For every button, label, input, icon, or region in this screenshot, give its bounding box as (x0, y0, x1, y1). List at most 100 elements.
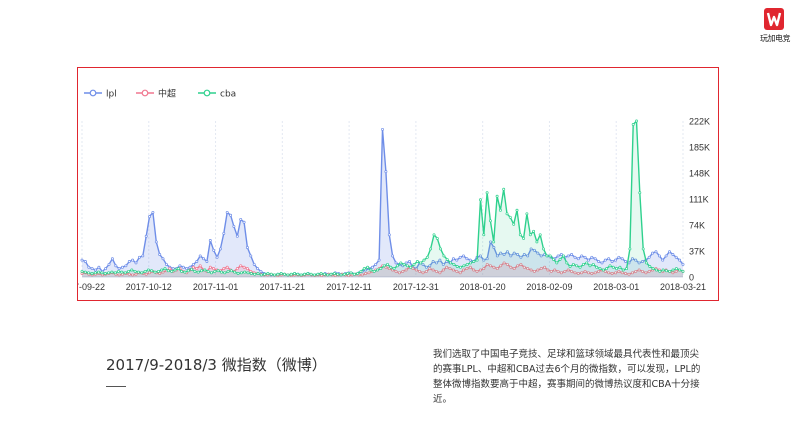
data-point-cba (532, 229, 536, 233)
legend-label-中超: 中超 (158, 88, 176, 100)
data-point-cba (681, 269, 685, 273)
data-point-lpl (178, 264, 182, 268)
data-point-lpl (97, 265, 101, 269)
data-point-cba (585, 261, 589, 265)
data-point-lpl (576, 257, 580, 261)
data-point-lpl (620, 257, 624, 261)
data-point-cba (492, 240, 496, 244)
data-point-lpl (242, 220, 246, 224)
data-point-cba (156, 269, 160, 273)
data-point-cba (176, 267, 180, 271)
data-point-lpl (573, 255, 577, 259)
data-point-lpl (394, 261, 398, 265)
data-point-cba (170, 269, 174, 273)
data-point-lpl (161, 257, 165, 261)
data-point-cba (312, 273, 316, 277)
data-point-cba (303, 272, 306, 276)
data-point-lpl (654, 250, 658, 254)
data-point-cba (229, 269, 233, 273)
data-point-中超 (168, 267, 172, 271)
data-point-cba (502, 187, 506, 191)
data-point-lpl (158, 253, 162, 256)
data-point-cba (386, 262, 389, 266)
data-point-cba (140, 271, 144, 275)
data-point-cba (356, 272, 360, 275)
data-point-cba (575, 264, 579, 268)
brand-name: 玩加电竞 (760, 34, 791, 43)
data-point-lpl (391, 254, 395, 258)
data-point-lpl (80, 258, 84, 262)
data-point-lpl (215, 255, 219, 259)
data-point-lpl (580, 254, 584, 258)
data-point-cba (542, 247, 545, 251)
caption-title: 2017/9-2018/3 微指数（微博） (106, 356, 327, 374)
data-point-lpl (252, 262, 256, 266)
data-point-cba (495, 194, 499, 198)
data-point-lpl (164, 262, 168, 266)
data-point-cba (648, 265, 652, 268)
data-point-cba (279, 272, 283, 275)
data-point-cba (342, 272, 346, 276)
data-point-cba (459, 265, 462, 269)
data-point-cba (316, 272, 320, 276)
data-point-cba (625, 267, 629, 271)
data-point-中超 (222, 267, 226, 271)
data-point-lpl (218, 247, 222, 251)
data-point-lpl (198, 254, 202, 258)
data-point-cba (273, 273, 277, 277)
data-point-cba (422, 258, 426, 262)
chart-frame: 0 37K 74K 111K 148K 185K 222K 2017-09-22 2017-10… (77, 67, 719, 301)
data-point-cba (359, 269, 363, 273)
data-point-cba (545, 254, 549, 258)
x-tick-label: 2017-12-11 (326, 282, 371, 292)
data-point-cba (435, 236, 439, 240)
data-point-cba (525, 212, 529, 216)
data-point-cba (568, 265, 572, 268)
y-tick-label: 222K (689, 117, 710, 127)
data-point-cba (173, 268, 177, 272)
data-point-cba (183, 270, 187, 274)
data-point-lpl (651, 251, 655, 255)
data-point-cba (146, 268, 150, 272)
data-point-cba (581, 262, 585, 266)
data-point-lpl (222, 231, 226, 235)
data-point-cba (160, 268, 164, 272)
data-point-lpl (624, 260, 628, 263)
data-point-lpl (603, 258, 607, 262)
data-point-中超 (208, 265, 212, 269)
data-point-cba (498, 208, 502, 212)
data-point-cba (372, 269, 376, 273)
data-point-cba (651, 267, 655, 271)
data-point-lpl (259, 269, 263, 273)
data-point-cba (548, 254, 552, 258)
data-point-lpl (188, 265, 192, 269)
data-point-lpl (570, 253, 574, 256)
data-point-cba (512, 222, 516, 226)
data-point-cba (538, 233, 542, 237)
data-point-cba (475, 258, 479, 262)
data-point-cba (605, 267, 609, 271)
data-point-cba (206, 269, 210, 273)
data-point-cba (180, 269, 184, 273)
data-point-lpl (191, 262, 195, 266)
data-point-cba (239, 271, 243, 275)
data-point-cba (123, 271, 127, 275)
data-point-lpl (451, 257, 455, 261)
data-point-lpl (107, 262, 111, 266)
data-point-cba (107, 271, 111, 275)
data-point-cba (90, 272, 94, 275)
data-point-lpl (462, 254, 465, 258)
data-point-lpl (94, 268, 97, 272)
data-point-中超 (242, 265, 246, 269)
data-point-cba (661, 268, 665, 272)
data-point-lpl (370, 265, 374, 269)
data-point-cba (611, 265, 615, 269)
y-tick-label: 148K (689, 169, 710, 179)
data-point-cba (479, 198, 482, 202)
data-point-cba (631, 123, 635, 126)
data-point-cba (249, 272, 253, 275)
data-point-cba (216, 269, 220, 273)
data-point-lpl (664, 254, 668, 258)
data-point-lpl (647, 255, 651, 259)
x-tick-label: 2017-10-12 (126, 282, 172, 292)
